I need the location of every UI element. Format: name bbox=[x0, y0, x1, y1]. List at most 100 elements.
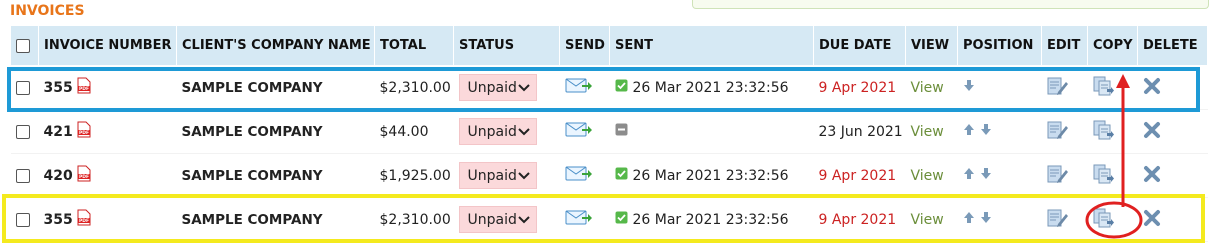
copy-cell bbox=[1087, 65, 1138, 110]
arrow-down-icon[interactable] bbox=[980, 167, 992, 184]
header-company-name[interactable]: CLIENT'S COMPANY NAME bbox=[176, 25, 375, 66]
view-link[interactable]: View bbox=[905, 197, 958, 242]
status-cell: Unpaid bbox=[453, 65, 560, 110]
position-cell bbox=[957, 109, 1042, 154]
copy-icon[interactable] bbox=[1093, 164, 1115, 188]
view-link[interactable]: View bbox=[905, 153, 958, 198]
sent-cell: 26 Mar 2021 23:32:56 bbox=[609, 197, 814, 242]
copy-cell bbox=[1087, 109, 1138, 154]
delete-icon[interactable] bbox=[1143, 165, 1161, 187]
invoice-row: 355 PDF SAMPLE COMPANY $2,310.00 Unpaid 26 Ma… bbox=[10, 197, 1208, 242]
delete-cell bbox=[1137, 109, 1208, 154]
company-name: SAMPLE COMPANY bbox=[176, 109, 375, 154]
header-send: SEND bbox=[559, 25, 610, 66]
copy-cell bbox=[1087, 153, 1138, 198]
status-select[interactable]: Unpaid bbox=[458, 118, 537, 145]
send-icon[interactable] bbox=[565, 121, 593, 142]
sent-cell: 26 Mar 2021 23:32:56 bbox=[609, 65, 814, 110]
status-select[interactable]: Unpaid bbox=[458, 162, 537, 189]
header-position: POSITION bbox=[957, 25, 1042, 66]
row-checkbox[interactable] bbox=[15, 168, 30, 183]
check-icon bbox=[615, 79, 628, 96]
header-due-date[interactable]: DUE DATE bbox=[813, 25, 906, 66]
arrow-down-icon[interactable] bbox=[963, 79, 975, 96]
company-name: SAMPLE COMPANY bbox=[176, 65, 375, 110]
invoices-table: INVOICE NUMBER CLIENT'S COMPANY NAME TOT… bbox=[10, 25, 1208, 242]
arrow-up-icon[interactable] bbox=[963, 211, 975, 228]
edit-icon[interactable] bbox=[1047, 120, 1069, 144]
status-value: Unpaid bbox=[467, 123, 517, 140]
delete-cell bbox=[1137, 65, 1208, 110]
pdf-icon[interactable]: PDF bbox=[77, 209, 91, 230]
send-cell bbox=[559, 109, 610, 154]
header-sent[interactable]: SENT bbox=[609, 25, 814, 66]
header-edit: EDIT bbox=[1041, 25, 1088, 66]
send-cell bbox=[559, 153, 610, 198]
header-total[interactable]: TOTAL bbox=[374, 25, 454, 66]
pdf-icon[interactable]: PDF bbox=[77, 77, 91, 98]
chevron-down-icon bbox=[517, 168, 530, 184]
status-select[interactable]: Unpaid bbox=[458, 74, 537, 101]
status-select[interactable]: Unpaid bbox=[458, 206, 537, 233]
chevron-down-icon bbox=[517, 80, 530, 96]
copy-icon[interactable] bbox=[1093, 120, 1115, 144]
delete-icon[interactable] bbox=[1143, 209, 1161, 231]
company-name: SAMPLE COMPANY bbox=[176, 153, 375, 198]
due-date: 9 Apr 2021 bbox=[813, 153, 906, 198]
arrow-up-icon[interactable] bbox=[963, 123, 975, 140]
send-icon[interactable] bbox=[565, 165, 593, 186]
invoice-total: $1,925.00 bbox=[374, 153, 454, 198]
edit-icon[interactable] bbox=[1047, 164, 1069, 188]
header-status[interactable]: STATUS bbox=[453, 25, 560, 66]
status-cell: Unpaid bbox=[453, 109, 560, 154]
status-value: Unpaid bbox=[467, 167, 517, 184]
svg-text:PDF: PDF bbox=[79, 130, 89, 136]
row-select-cell bbox=[10, 197, 39, 242]
send-cell bbox=[559, 65, 610, 110]
invoice-number[interactable]: 421 bbox=[44, 124, 73, 140]
due-date: 9 Apr 2021 bbox=[813, 65, 906, 110]
copy-icon[interactable] bbox=[1093, 208, 1115, 232]
row-checkbox[interactable] bbox=[15, 80, 30, 95]
header-select-all[interactable] bbox=[10, 25, 39, 66]
invoice-row: 355 PDF SAMPLE COMPANY $2,310.00 Unpaid 26 Ma… bbox=[10, 65, 1208, 110]
svg-text:PDF: PDF bbox=[79, 218, 89, 224]
pdf-icon[interactable]: PDF bbox=[77, 121, 91, 142]
invoice-number-cell: 420 PDF bbox=[38, 153, 177, 198]
sent-timestamp: 26 Mar 2021 23:32:56 bbox=[632, 79, 789, 96]
header-view: VIEW bbox=[905, 25, 958, 66]
view-link[interactable]: View bbox=[905, 65, 958, 110]
delete-icon[interactable] bbox=[1143, 77, 1161, 99]
arrow-down-icon[interactable] bbox=[980, 123, 992, 140]
invoice-row: 421 PDF SAMPLE COMPANY $44.00 Unpaid 23 Jun 2… bbox=[10, 109, 1208, 154]
row-checkbox[interactable] bbox=[15, 212, 30, 227]
sent-cell: 26 Mar 2021 23:32:56 bbox=[609, 153, 814, 198]
edit-cell bbox=[1041, 153, 1088, 198]
chevron-down-icon bbox=[517, 212, 530, 228]
send-cell bbox=[559, 197, 610, 242]
position-cell bbox=[957, 153, 1042, 198]
send-icon[interactable] bbox=[565, 77, 593, 98]
header-invoice-number[interactable]: INVOICE NUMBER bbox=[38, 25, 177, 66]
invoice-total: $2,310.00 bbox=[374, 197, 454, 242]
row-checkbox[interactable] bbox=[15, 124, 30, 139]
arrow-up-icon[interactable] bbox=[963, 167, 975, 184]
invoice-number[interactable]: 355 bbox=[44, 80, 73, 96]
invoice-row: 420 PDF SAMPLE COMPANY $1,925.00 Unpaid 26 Ma… bbox=[10, 153, 1208, 198]
invoice-number[interactable]: 355 bbox=[44, 212, 73, 228]
edit-icon[interactable] bbox=[1047, 76, 1069, 100]
view-link[interactable]: View bbox=[905, 109, 958, 154]
arrow-down-icon[interactable] bbox=[980, 211, 992, 228]
row-select-cell bbox=[10, 109, 39, 154]
invoice-total: $44.00 bbox=[374, 109, 454, 154]
edit-icon[interactable] bbox=[1047, 208, 1069, 232]
sent-timestamp: 26 Mar 2021 23:32:56 bbox=[632, 211, 789, 228]
copy-icon[interactable] bbox=[1093, 76, 1115, 100]
row-select-cell bbox=[10, 153, 39, 198]
invoice-number[interactable]: 420 bbox=[44, 168, 73, 184]
delete-icon[interactable] bbox=[1143, 121, 1161, 143]
pdf-icon[interactable]: PDF bbox=[77, 165, 91, 186]
select-all-checkbox[interactable] bbox=[16, 38, 30, 53]
send-icon[interactable] bbox=[565, 209, 593, 230]
chevron-down-icon bbox=[517, 124, 530, 140]
